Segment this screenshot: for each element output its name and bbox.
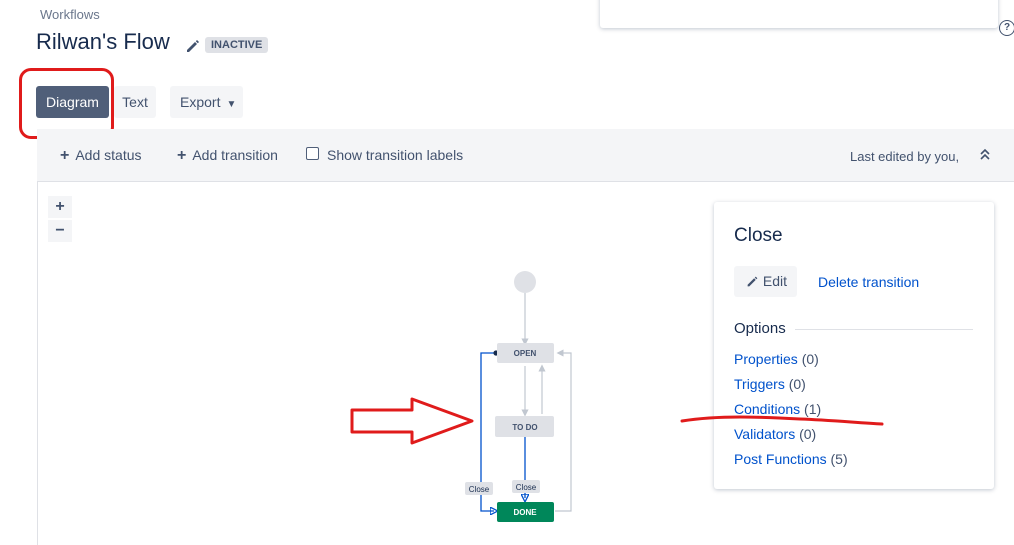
add-status-button[interactable]: + Add status — [60, 147, 142, 165]
zoom-out-button[interactable]: − — [48, 220, 72, 242]
validators-count: (0) — [799, 426, 817, 442]
divider — [795, 329, 973, 330]
panel-title: Close — [734, 225, 783, 246]
option-post-functions: Post Functions (5) — [734, 451, 848, 467]
validators-link[interactable]: Validators — [734, 426, 795, 442]
show-labels-checkbox[interactable] — [306, 147, 319, 160]
plus-icon: + — [60, 147, 70, 164]
show-labels-label[interactable]: Show transition labels — [327, 147, 463, 163]
edit-button[interactable]: Edit — [734, 266, 797, 297]
pencil-icon — [747, 276, 758, 287]
annotation-underline — [680, 415, 884, 426]
post-functions-count: (5) — [830, 451, 848, 467]
last-edited-text: Last edited by you, — [850, 149, 960, 164]
option-triggers: Triggers (0) — [734, 376, 806, 392]
collapse-icon[interactable] — [979, 147, 991, 164]
export-button[interactable]: Export ▼ — [170, 86, 243, 118]
delete-transition-link[interactable]: Delete transition — [818, 274, 919, 290]
plus-icon: + — [177, 147, 187, 164]
properties-count: (0) — [801, 351, 819, 367]
options-heading: Options — [734, 320, 786, 337]
notification-card — [600, 0, 998, 28]
add-transition-label: Add transition — [192, 147, 278, 163]
chevron-down-icon: ▼ — [226, 99, 237, 110]
zoom-in-button[interactable]: + — [48, 196, 72, 218]
edit-label: Edit — [762, 273, 788, 289]
help-icon[interactable]: ? — [999, 20, 1014, 36]
properties-link[interactable]: Properties — [734, 351, 798, 367]
status-badge: INACTIVE — [205, 37, 269, 53]
option-properties: Properties (0) — [734, 351, 819, 367]
export-label: Export — [180, 94, 221, 110]
annotation-arrow — [350, 397, 474, 445]
triggers-link[interactable]: Triggers — [734, 376, 785, 392]
edit-name-icon[interactable] — [184, 38, 200, 54]
option-validators: Validators (0) — [734, 426, 816, 442]
post-functions-link[interactable]: Post Functions — [734, 451, 827, 467]
page-title: Rilwan's Flow — [36, 29, 170, 54]
add-status-label: Add status — [75, 147, 142, 163]
add-transition-button[interactable]: + Add transition — [177, 147, 278, 165]
triggers-count: (0) — [788, 376, 806, 392]
breadcrumb-workflows[interactable]: Workflows — [40, 7, 100, 22]
text-view-button[interactable]: Text — [114, 86, 156, 118]
